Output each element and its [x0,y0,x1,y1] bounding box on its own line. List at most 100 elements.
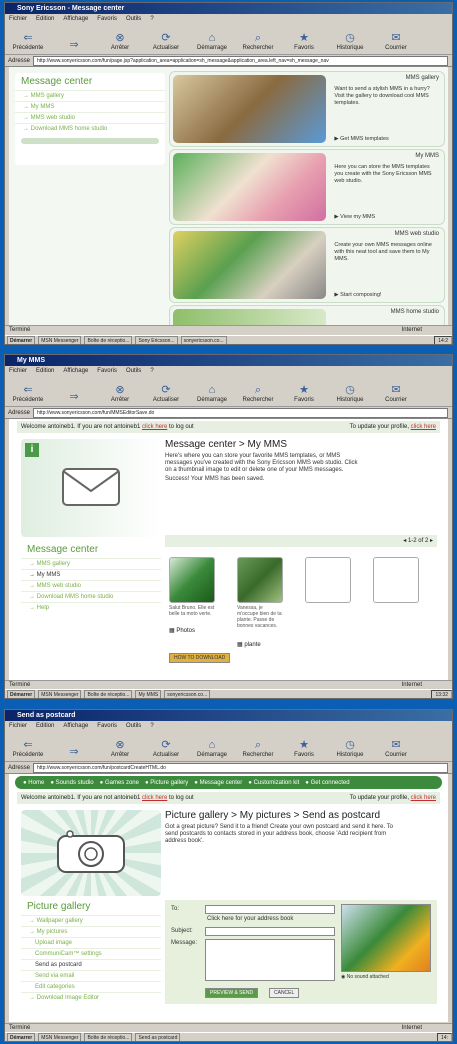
menu-favoris[interactable]: Favoris [97,366,117,376]
start-button[interactable]: Démarrer [7,690,36,698]
sidebar-item-upload-image[interactable]: Upload image [21,937,161,948]
refresh-button[interactable]: ⟳ Actualiser [143,33,189,54]
nav-games-zone[interactable]: ● Games zone [100,780,139,786]
mail-button[interactable]: ✉ Courrier [373,385,419,406]
preview-send-button[interactable]: PREVIEW & SEND [205,988,259,998]
address-book-link[interactable]: Click here for your address book [207,916,293,922]
stop-button[interactable]: ⊗ Arrêter [97,33,143,54]
address-input[interactable]: http://www.sonyericsson.com/fun/page.jsp… [33,55,448,66]
mms-thumbnail[interactable] [169,557,215,603]
sidebar-item-communicam-settings[interactable]: CommuniCam™ settings [21,948,161,959]
card-web-studio[interactable]: MMS web studio Create your own MMS messa… [169,227,445,303]
logout-link[interactable]: click here [142,424,167,430]
taskbar-item[interactable]: Boîte de réceptio... [84,336,133,344]
start-button[interactable]: Démarrer [7,336,36,344]
menu-edition[interactable]: Edition [36,366,54,376]
home-button[interactable]: ⌂ Démarrage [189,33,235,54]
menu-help[interactable]: ? [150,721,153,731]
profile-link[interactable]: click here [411,795,436,801]
menu-affichage[interactable]: Affichage [63,366,88,376]
forward-button[interactable]: ⇒ [51,392,97,406]
pager[interactable]: ◂ 1-2 of 2 ▸ [403,537,433,544]
refresh-button[interactable]: ⟳ Actualiser [143,385,189,406]
mms-thumbnail[interactable] [237,557,283,603]
logout-link[interactable]: click here [142,795,167,801]
taskbar-item[interactable]: Sony Ericsson... [135,336,178,344]
taskbar-item[interactable]: MSN Messenger [38,1033,82,1041]
sidebar-item-help[interactable]: → Help [21,602,161,613]
cancel-button[interactable]: CANCEL [269,988,300,998]
get-templates-link[interactable]: ▶ Get MMS templates [334,136,388,142]
taskbar-item[interactable]: sonyericsson.co... [180,336,227,344]
start-button[interactable]: Démarrer [7,1033,36,1041]
taskbar-item[interactable]: MSN Messenger [38,690,82,698]
menu-help[interactable]: ? [150,14,153,24]
taskbar-item[interactable]: Send as postcard [135,1033,181,1041]
menu-edition[interactable]: Edition [36,721,54,731]
sidebar-item-mms-gallery[interactable]: → MMS gallery [15,90,165,101]
search-button[interactable]: ⌕ Rechercher [235,740,281,761]
menu-affichage[interactable]: Affichage [63,721,88,731]
menu-fichier[interactable]: Fichier [9,366,27,376]
search-button[interactable]: ⌕ Rechercher [235,385,281,406]
stop-button[interactable]: ⊗ Arrêter [97,740,143,761]
sidebar-item-edit-categories[interactable]: Edit categories [21,981,161,992]
sidebar-item-send-as-postcard[interactable]: Send as postcard [21,959,161,970]
nav-sounds-studio[interactable]: ● Sounds studio [50,780,93,786]
nav-picture-gallery[interactable]: ● Picture gallery [145,780,188,786]
menu-edition[interactable]: Edition [36,14,54,24]
home-button[interactable]: ⌂ Démarrage [189,740,235,761]
favorites-button[interactable]: ★ Favoris [281,33,327,54]
mail-button[interactable]: ✉ Courrier [373,740,419,761]
menu-outils[interactable]: Outils [126,14,141,24]
history-button[interactable]: ◷ Historique [327,385,373,406]
home-button[interactable]: ⌂ Démarrage [189,385,235,406]
start-composing-link[interactable]: ▶ Start composing! [334,292,381,298]
back-button[interactable]: ⇐ Précédente [5,385,51,406]
sidebar-item-my-mms[interactable]: → My MMS [21,569,161,580]
back-button[interactable]: ⇐ Précédente [5,740,51,761]
sidebar-item-my-mms[interactable]: → My MMS [15,101,165,112]
sidebar-item-my-pictures[interactable]: → My pictures [21,926,161,937]
back-button[interactable]: ⇐ Précédente [5,33,51,54]
taskbar-item[interactable]: Boîte de réceptio... [84,1033,133,1041]
stop-button[interactable]: ⊗ Arrêter [97,385,143,406]
sidebar-item-web-studio[interactable]: → MMS web studio [21,580,161,591]
card-home-studio[interactable]: MMS home studio [169,305,445,325]
forward-button[interactable]: ⇒ [51,40,97,54]
history-button[interactable]: ◷ Historique [327,33,373,54]
card-my-mms[interactable]: My MMS Here you can store the MMS templa… [169,149,445,225]
menu-outils[interactable]: Outils [126,366,141,376]
mail-button[interactable]: ✉ Courrier [373,33,419,54]
how-to-download-button[interactable]: HOW TO DOWNLOAD [169,653,231,663]
nav-customization-kit[interactable]: ● Customization kit [248,780,299,786]
menu-affichage[interactable]: Affichage [63,14,88,24]
taskbar-item[interactable]: sonyericsson.co... [164,690,211,698]
sidebar-item-download-image-editor[interactable]: → Download Image Editor [21,992,161,1003]
history-button[interactable]: ◷ Historique [327,740,373,761]
menu-help[interactable]: ? [150,366,153,376]
taskbar-item[interactable]: My MMS [135,690,162,698]
address-input[interactable]: http://www.sonyericsson.com/fun/postcard… [33,762,448,773]
refresh-button[interactable]: ⟳ Actualiser [143,740,189,761]
taskbar-item[interactable]: Boîte de réceptio... [84,690,133,698]
sidebar-item-send-via-email[interactable]: Send via email [21,970,161,981]
menu-fichier[interactable]: Fichier [9,721,27,731]
favorites-button[interactable]: ★ Favoris [281,385,327,406]
address-input[interactable]: http://www.sonyericsson.com/fun/MMSEdito… [33,407,448,418]
search-button[interactable]: ⌕ Rechercher [235,33,281,54]
nav-message-center[interactable]: ● Message center [194,780,242,786]
menu-fichier[interactable]: Fichier [9,14,27,24]
card-mms-gallery[interactable]: MMS gallery Want to send a stylish MMS i… [169,71,445,147]
to-input[interactable] [205,905,335,914]
menu-favoris[interactable]: Favoris [97,721,117,731]
subject-input[interactable] [205,927,335,936]
profile-link[interactable]: click here [411,424,436,430]
menu-outils[interactable]: Outils [126,721,141,731]
sidebar-item-web-studio[interactable]: → MMS web studio [15,112,165,123]
view-my-mms-link[interactable]: ▶ View my MMS [334,214,375,220]
nav-get-connected[interactable]: ● Get connected [305,780,349,786]
nav-home[interactable]: ● Home [23,780,44,786]
taskbar-item[interactable]: MSN Messenger [38,336,82,344]
menu-favoris[interactable]: Favoris [97,14,117,24]
